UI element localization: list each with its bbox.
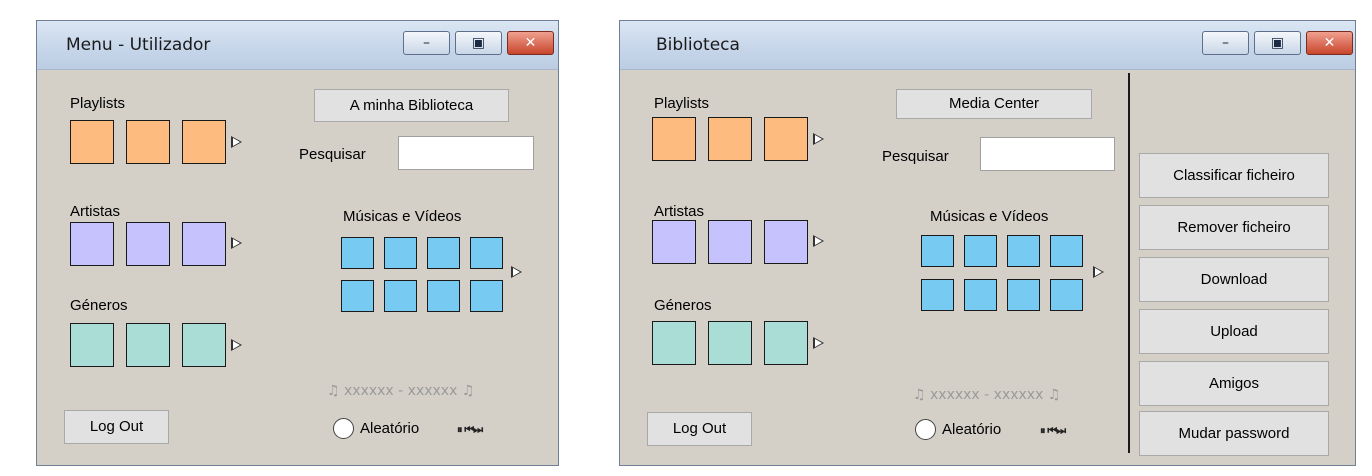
artist-tile[interactable] [182, 222, 226, 266]
playlists-label: Playlists [654, 95, 710, 112]
search-input[interactable] [398, 136, 534, 170]
artists-next-arrow-icon[interactable] [813, 235, 824, 247]
logout-button[interactable]: Log Out [647, 412, 752, 446]
media-tile[interactable] [470, 280, 503, 312]
close-icon: ✕ [1323, 35, 1336, 51]
maximize-button[interactable]: ▣ [455, 31, 502, 55]
media-tile[interactable] [341, 280, 374, 312]
now-playing-text: ♫ xxxxxx - xxxxxx ♫ [327, 383, 475, 399]
title-bar[interactable]: Biblioteca – ▣ ✕ [620, 21, 1355, 70]
genre-tile[interactable] [764, 321, 808, 365]
genres-label: Géneros [70, 297, 128, 314]
action-download-button[interactable]: Download [1139, 257, 1329, 302]
artist-tile[interactable] [764, 220, 808, 264]
minimize-icon: – [423, 35, 430, 51]
media-tile[interactable] [964, 235, 997, 267]
action-classificar-ficheiro-button[interactable]: Classificar ficheiro [1139, 153, 1329, 198]
playlist-tile[interactable] [70, 120, 114, 164]
media-tile[interactable] [427, 280, 460, 312]
genres-label: Géneros [654, 297, 712, 314]
media-label: Músicas e Vídeos [343, 208, 462, 225]
playlists-next-arrow-icon[interactable] [231, 136, 242, 148]
artists-next-arrow-icon[interactable] [231, 237, 242, 249]
vertical-divider [1128, 73, 1130, 453]
window-title: Menu - Utilizador [66, 35, 211, 55]
action-remover-ficheiro-button[interactable]: Remover ficheiro [1139, 205, 1329, 250]
media-tile[interactable] [1050, 279, 1083, 311]
media-tile[interactable] [921, 235, 954, 267]
media-tile[interactable] [1007, 279, 1040, 311]
genre-tile[interactable] [652, 321, 696, 365]
media-tile[interactable] [964, 279, 997, 311]
shuffle-label: Aleatório [360, 420, 420, 437]
now-playing-text: ♫ xxxxxx - xxxxxx ♫ [913, 387, 1061, 403]
artist-tile[interactable] [126, 222, 170, 266]
shuffle-radio[interactable] [915, 419, 936, 440]
playlist-tile[interactable] [764, 117, 808, 161]
minimize-button[interactable]: – [403, 31, 450, 55]
media-tile[interactable] [921, 279, 954, 311]
playlist-tile[interactable] [652, 117, 696, 161]
genre-tile[interactable] [182, 323, 226, 367]
minimize-icon: – [1222, 35, 1229, 51]
maximize-icon: ▣ [1270, 35, 1285, 51]
artists-label: Artistas [70, 203, 121, 220]
playlists-label: Playlists [70, 95, 126, 112]
window-biblioteca: Biblioteca – ▣ ✕ Playlists Artistas Géne… [619, 20, 1356, 466]
search-input[interactable] [980, 137, 1115, 171]
maximize-icon: ▣ [471, 35, 486, 51]
action-mudar-password-button[interactable]: Mudar password [1139, 411, 1329, 456]
media-label: Músicas e Vídeos [930, 208, 1049, 225]
player-controls-icon[interactable]: ⏸ ⏮⏭ [457, 423, 483, 437]
genres-next-arrow-icon[interactable] [813, 337, 824, 349]
genre-tile[interactable] [126, 323, 170, 367]
shuffle-label: Aleatório [942, 421, 1002, 438]
media-tile[interactable] [427, 237, 460, 269]
action-amigos-button[interactable]: Amigos [1139, 361, 1329, 406]
media-tile[interactable] [1007, 235, 1040, 267]
search-label: Pesquisar [299, 146, 366, 163]
title-bar[interactable]: Menu - Utilizador – ▣ ✕ [37, 21, 558, 70]
playlist-tile[interactable] [126, 120, 170, 164]
action-upload-button[interactable]: Upload [1139, 309, 1329, 354]
shuffle-radio[interactable] [333, 418, 354, 439]
artists-label: Artistas [654, 203, 705, 220]
playlist-tile[interactable] [708, 117, 752, 161]
artist-tile[interactable] [70, 222, 114, 266]
my-library-button[interactable]: A minha Biblioteca [314, 89, 509, 122]
player-controls-icon[interactable]: ⏸ ⏮⏭ [1040, 424, 1066, 438]
close-button[interactable]: ✕ [1306, 31, 1353, 55]
maximize-button[interactable]: ▣ [1254, 31, 1301, 55]
playlists-next-arrow-icon[interactable] [813, 133, 824, 145]
genre-tile[interactable] [708, 321, 752, 365]
close-button[interactable]: ✕ [507, 31, 554, 55]
playlist-tile[interactable] [182, 120, 226, 164]
media-next-arrow-icon[interactable] [1093, 266, 1104, 278]
minimize-button[interactable]: – [1202, 31, 1249, 55]
media-tile[interactable] [384, 237, 417, 269]
genres-next-arrow-icon[interactable] [231, 339, 242, 351]
artist-tile[interactable] [708, 220, 752, 264]
genre-tile[interactable] [70, 323, 114, 367]
media-tile[interactable] [1050, 235, 1083, 267]
media-next-arrow-icon[interactable] [511, 266, 522, 278]
window-menu-utilizador: Menu - Utilizador – ▣ ✕ Playlists Artist… [36, 20, 559, 466]
close-icon: ✕ [524, 35, 537, 51]
artist-tile[interactable] [652, 220, 696, 264]
media-tile[interactable] [341, 237, 374, 269]
media-tile[interactable] [470, 237, 503, 269]
search-label: Pesquisar [882, 148, 949, 165]
media-center-button[interactable]: Media Center [896, 89, 1092, 119]
media-tile[interactable] [384, 280, 417, 312]
window-title: Biblioteca [656, 35, 740, 55]
logout-button[interactable]: Log Out [64, 410, 169, 444]
